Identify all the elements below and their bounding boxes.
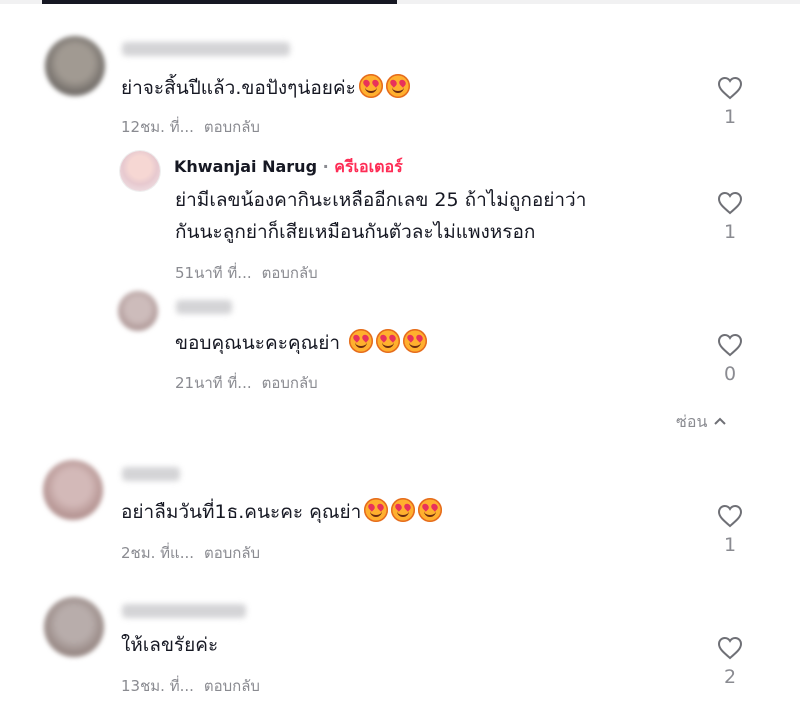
comment-text-content: ให้เลขรัยค่ะ (121, 634, 219, 656)
comment-time: 2ชม. ที่แ... (121, 544, 195, 562)
chevron-up-icon (713, 411, 727, 430)
smiling-heart-eyes-emoji-icon (403, 329, 428, 353)
smiling-heart-eyes-emoji-icon (385, 74, 410, 98)
like-button[interactable]: 1 (710, 191, 750, 243)
comment-text: อย่าลืมวันที่1ธ.คนะคะ คุณย่า (121, 496, 443, 528)
creator-badge: ครีเอเตอร์ (334, 157, 403, 176)
reply-button[interactable]: ตอบกลับ (204, 118, 260, 136)
reply-time: 51นาที ที่... (175, 264, 252, 282)
like-button[interactable]: 1 (710, 76, 750, 128)
smiling-heart-eyes-emoji-icon (391, 498, 416, 522)
reply-text-line-1: ย่ามีเลขน้องคากินะเหลืออีกเลข 25 ถ้าไม่ถ… (175, 189, 587, 211)
comment-meta: 12ชม. ที่... ตอบกลับ (121, 115, 260, 139)
reply-button[interactable]: ตอบกลับ (262, 264, 318, 282)
smiling-heart-eyes-emoji-icon (376, 329, 401, 353)
username-blurred[interactable] (122, 604, 246, 618)
reply-button[interactable]: ตอบกลับ (204, 677, 260, 695)
reply-text-line-2: กันนะลูกย่าก็เสียเหมือนกันตัวละไม่แพงหรอ… (175, 221, 536, 243)
username-blurred[interactable] (122, 467, 180, 481)
heart-icon[interactable] (717, 76, 743, 100)
comment-text: ให้เลขรัยค่ะ (121, 629, 218, 661)
reply-button[interactable]: ตอบกลับ (204, 544, 260, 562)
smiling-heart-eyes-emoji-icon (364, 498, 389, 522)
comment-text-content: ขอบคุณนะคะคุณย่า (175, 332, 341, 354)
author-separator: · (317, 157, 335, 176)
avatar[interactable] (43, 460, 103, 520)
hide-replies-label: ซ่อน (676, 412, 708, 431)
heart-icon[interactable] (717, 333, 743, 357)
like-button[interactable]: 1 (710, 504, 750, 556)
active-tab-indicator (42, 0, 397, 4)
username-blurred[interactable] (122, 42, 290, 56)
like-count: 1 (723, 106, 737, 128)
tab-bar (0, 0, 800, 4)
comment-meta: 13ชม. ที่... ตอบกลับ (121, 674, 260, 698)
like-count: 1 (723, 534, 737, 556)
comment-time: 13ชม. ที่... (121, 677, 194, 695)
smiling-heart-eyes-emoji-icon (349, 329, 374, 353)
comment-text: ขอบคุณนะคะคุณย่า (175, 327, 428, 359)
heart-icon[interactable] (717, 191, 743, 215)
heart-icon[interactable] (717, 636, 743, 660)
comment-meta: 2ชม. ที่แ... ตอบกลับ (121, 541, 260, 565)
comment-text-content: อย่าลืมวันที่1ธ.คนะคะ คุณย่า (121, 501, 362, 523)
avatar[interactable] (118, 291, 158, 331)
like-count: 1 (723, 221, 737, 243)
reply-meta: 21นาที ที่... ตอบกลับ (175, 371, 318, 395)
avatar[interactable] (44, 597, 104, 657)
like-count: 2 (723, 666, 737, 688)
heart-icon[interactable] (717, 504, 743, 528)
smiling-heart-eyes-emoji-icon (418, 498, 443, 522)
like-button[interactable]: 0 (710, 333, 750, 385)
author-name[interactable]: Khwanjai Narug (174, 157, 317, 176)
reply-button[interactable]: ตอบกลับ (262, 374, 318, 392)
smiling-heart-eyes-emoji-icon (358, 74, 383, 98)
creator-avatar[interactable] (120, 151, 160, 191)
avatar[interactable] (45, 36, 105, 96)
username-blurred[interactable] (176, 300, 232, 314)
reply-time: 21นาที ที่... (175, 374, 252, 392)
like-button[interactable]: 2 (710, 636, 750, 688)
comment-text-content: ย่าจะสิ้นปีแล้ว.ขอปังๆน่อยค่ะ (121, 77, 356, 99)
reply-meta: 51นาที ที่... ตอบกลับ (175, 261, 318, 285)
author-line: Khwanjai Narug · ครีเอเตอร์ (174, 155, 403, 180)
comment-time: 12ชม. ที่... (121, 118, 194, 136)
comment-text: ย่าจะสิ้นปีแล้ว.ขอปังๆน่อยค่ะ (121, 72, 410, 104)
like-count: 0 (723, 363, 737, 385)
hide-replies-button[interactable]: ซ่อน (676, 410, 727, 435)
